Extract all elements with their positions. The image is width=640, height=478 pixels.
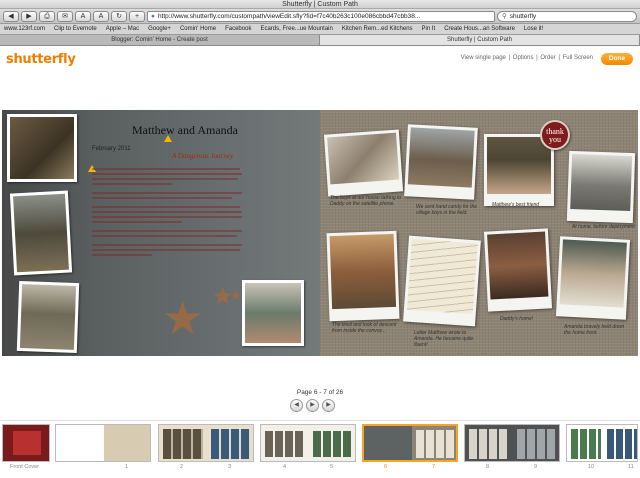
thumb-pages-10-11[interactable] bbox=[566, 424, 638, 462]
globe-icon: ● bbox=[151, 12, 155, 20]
window-title-bar: Shutterfly | Custom Path bbox=[0, 0, 640, 9]
bookmark-item[interactable]: Apple – Mac bbox=[106, 26, 139, 32]
thumb-pages-4-5[interactable] bbox=[260, 424, 356, 462]
warning-icon[interactable] bbox=[164, 135, 172, 142]
search-input[interactable]: shutterfly bbox=[510, 13, 536, 20]
app-header: shutterfly View single page | Options | … bbox=[0, 46, 640, 72]
options-link[interactable]: Options bbox=[513, 55, 534, 61]
bookmarks-bar: www.123rf.com Clip to Evernote Apple – Mac… bbox=[0, 24, 640, 35]
view-single-page-link[interactable]: View single page bbox=[461, 55, 506, 61]
reload-button[interactable]: ↻ bbox=[111, 10, 127, 22]
star-decoration: ★ bbox=[230, 287, 243, 303]
address-bar[interactable]: ● http://www.shutterfly.com/custompath/v… bbox=[147, 10, 495, 22]
bookmark-item[interactable]: Clip to Evernote bbox=[54, 26, 97, 32]
tab-blogger[interactable]: Blogger: Comin' Home - Create post bbox=[0, 35, 320, 45]
page-navigation: ◀ ▶ ▶ bbox=[290, 399, 335, 412]
caption-4[interactable]: At home, before deployment bbox=[572, 224, 636, 230]
photo-daddys-home[interactable] bbox=[483, 228, 553, 312]
mail-icon[interactable]: ✉ bbox=[57, 10, 73, 22]
bookmark-item[interactable]: Facebook bbox=[225, 26, 251, 32]
print-icon[interactable]: ⎙ bbox=[39, 10, 55, 22]
bookmark-item[interactable]: Google+ bbox=[148, 26, 171, 32]
left-page[interactable]: Matthew and Amanda February 2011 A Dange… bbox=[2, 110, 320, 356]
forward-button[interactable]: ▶ bbox=[21, 10, 37, 22]
page-number: 10 bbox=[588, 464, 595, 470]
thumb-page-1[interactable] bbox=[55, 424, 151, 462]
page-number: 9 bbox=[534, 464, 538, 470]
page-number: 5 bbox=[330, 464, 334, 470]
page-subtitle[interactable]: A Dangerous Journey bbox=[172, 152, 233, 160]
thumb-pages-6-7[interactable] bbox=[362, 424, 458, 462]
page-number: 3 bbox=[228, 464, 232, 470]
page-filmstrip: Front Cover 1 2 3 4 5 6 7 8 9 10 11 bbox=[0, 420, 640, 478]
right-page[interactable]: The boys at our house talking to Daddy o… bbox=[320, 110, 638, 356]
search-field[interactable]: ⚲ shutterfly bbox=[497, 10, 637, 22]
photo-letter[interactable] bbox=[403, 235, 481, 327]
tab-bar: Blogger: Comin' Home - Create post Shutt… bbox=[0, 35, 640, 46]
page-number: 4 bbox=[283, 464, 287, 470]
thumb-pages-8-9[interactable] bbox=[464, 424, 560, 462]
thank-you-badge[interactable]: thank you bbox=[540, 120, 570, 150]
caption-5[interactable]: The tired and look of descent from insid… bbox=[332, 322, 404, 334]
add-bookmark-button[interactable]: + bbox=[129, 10, 145, 22]
photo-amanda[interactable] bbox=[555, 236, 631, 320]
next-page-button[interactable]: ▶ bbox=[322, 399, 335, 412]
page-title[interactable]: Matthew and Amanda bbox=[132, 123, 238, 138]
photo-soldier-portrait[interactable] bbox=[7, 114, 77, 182]
bookmark-item[interactable]: Lose it! bbox=[524, 26, 543, 32]
previous-page-button[interactable]: ◀ bbox=[290, 399, 303, 412]
page-number: 2 bbox=[180, 464, 184, 470]
done-button[interactable]: Done bbox=[601, 53, 633, 65]
url-text[interactable]: http://www.shutterfly.com/custompath/vie… bbox=[158, 13, 420, 20]
browser-toolbar: ◀ ▶ ⎙ ✉ A A ↻ + ● http://www.shutterfly.… bbox=[0, 9, 640, 24]
page-number: 7 bbox=[432, 464, 436, 470]
order-link[interactable]: Order bbox=[540, 55, 555, 61]
photo-family[interactable] bbox=[242, 280, 304, 346]
front-cover-label: Front Cover bbox=[10, 464, 40, 470]
photo-before-deployment[interactable] bbox=[566, 150, 636, 224]
shutterfly-logo[interactable]: shutterfly bbox=[6, 52, 76, 67]
bookmark-item[interactable]: Ecards, Free...ue Mountain bbox=[260, 26, 332, 32]
bookmark-item[interactable]: Pin It bbox=[422, 26, 436, 32]
photo-soldier-standing[interactable] bbox=[16, 280, 80, 354]
book-spread: Matthew and Amanda February 2011 A Dange… bbox=[2, 110, 638, 356]
page-indicator: Page 6 - 7 of 26 bbox=[296, 389, 344, 396]
star-decoration: ★ bbox=[162, 292, 204, 344]
tab-shutterfly[interactable]: Shutterfly | Custom Path bbox=[320, 35, 640, 45]
window-title: Shutterfly | Custom Path bbox=[282, 1, 358, 8]
search-icon: ⚲ bbox=[502, 13, 507, 20]
photo-boys-phone[interactable] bbox=[323, 129, 404, 197]
caption-3[interactable]: Matthew's best friend bbox=[492, 202, 560, 208]
thumb-front-cover[interactable] bbox=[2, 424, 50, 462]
thumb-pages-2-3[interactable] bbox=[158, 424, 254, 462]
page-number: 8 bbox=[486, 464, 490, 470]
play-button[interactable]: ▶ bbox=[306, 399, 319, 412]
header-links: View single page | Options | Order | Ful… bbox=[460, 55, 593, 61]
font-smaller-button[interactable]: A bbox=[75, 10, 91, 22]
page-number: 11 bbox=[628, 464, 634, 470]
bookmark-item[interactable]: Kitchen Rem...ed Kitchens bbox=[342, 26, 413, 32]
photo-soldier-rifle[interactable] bbox=[9, 190, 73, 276]
full-screen-link[interactable]: Full Screen bbox=[563, 55, 593, 61]
caption-6[interactable]: Letter Matthew wrote to Amanda. He becam… bbox=[414, 330, 486, 348]
photo-village-boys[interactable] bbox=[404, 124, 478, 200]
page-number: 1 bbox=[125, 464, 129, 470]
bookmark-item[interactable]: www.123rf.com bbox=[4, 26, 45, 32]
bookmark-item[interactable]: Create Hous...an Software bbox=[444, 26, 515, 32]
body-text-block[interactable] bbox=[92, 168, 242, 256]
caption-7[interactable]: Daddy's home! bbox=[500, 316, 560, 322]
caption-1[interactable]: The boys at our house talking to Daddy o… bbox=[330, 195, 410, 207]
font-larger-button[interactable]: A bbox=[93, 10, 109, 22]
photo-convoy[interactable] bbox=[326, 230, 400, 322]
bookmark-item[interactable]: Comin' Home bbox=[180, 26, 216, 32]
caption-2[interactable]: We sent hand candy for the village boys … bbox=[416, 204, 486, 216]
caption-8[interactable]: Amanda bravely held down the home front. bbox=[564, 324, 630, 336]
back-button[interactable]: ◀ bbox=[3, 10, 19, 22]
page-number: 6 bbox=[384, 464, 388, 470]
page-date[interactable]: February 2011 bbox=[92, 146, 131, 152]
